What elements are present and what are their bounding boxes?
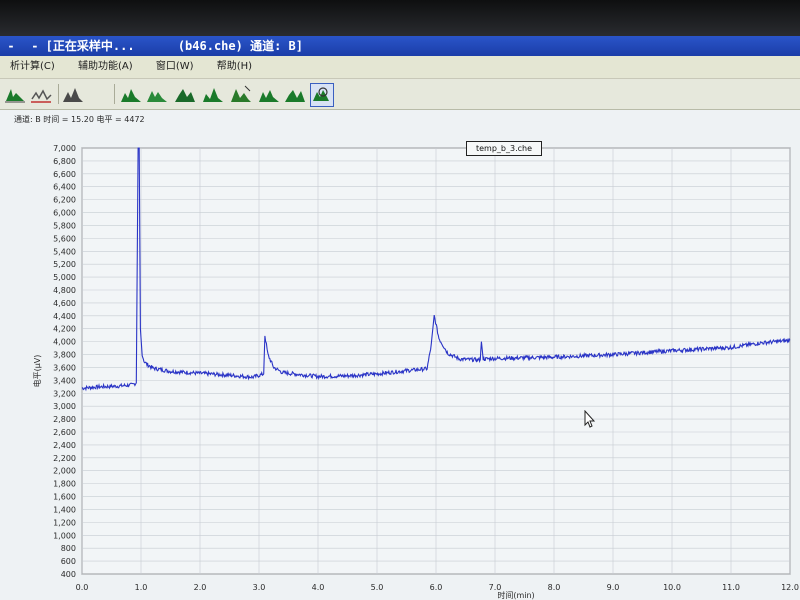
x-tick-label: 0.0: [76, 583, 89, 592]
x-tick-label: 10.0: [663, 583, 681, 592]
y-tick-label: 4,000: [53, 338, 76, 347]
x-tick-label: 9.0: [607, 583, 620, 592]
x-axis-label: 时间(min): [497, 590, 534, 600]
y-tick-label: 1,200: [53, 518, 76, 527]
y-tick-label: 5,600: [53, 234, 76, 243]
y-tick-label: 2,600: [53, 428, 76, 437]
y-tick-label: 2,400: [53, 441, 76, 450]
y-tick-label: 3,800: [53, 351, 76, 360]
y-axis-label: 电平(μV): [32, 355, 42, 388]
file-label[interactable]: temp_b_3.che: [466, 141, 542, 156]
y-tick-label: 6,000: [53, 209, 76, 218]
chromatogram-chart[interactable]: 400 600 800 1,000 1,200 1,400 1,600 1,800 2,000 2…: [0, 0, 800, 600]
y-tick-label: 6,200: [53, 196, 76, 205]
y-tick-label: 3,000: [53, 402, 76, 411]
y-tick-label: 3,600: [53, 363, 76, 372]
y-tick-label: 4,600: [53, 299, 76, 308]
x-tick-label: 6.0: [430, 583, 443, 592]
y-tick-label: 400: [61, 570, 76, 579]
y-tick-label: 4,800: [53, 286, 76, 295]
y-tick-label: 1,000: [53, 531, 76, 540]
y-tick-label: 6,600: [53, 170, 76, 179]
y-tick-label: 3,200: [53, 389, 76, 398]
y-tick-label: 4,200: [53, 325, 76, 334]
y-tick-label: 7,000: [53, 144, 76, 153]
y-tick-label: 1,800: [53, 480, 76, 489]
y-tick-label: 5,400: [53, 247, 76, 256]
y-tick-label: 5,000: [53, 273, 76, 282]
x-tick-label: 11.0: [722, 583, 740, 592]
x-tick-label: 5.0: [371, 583, 384, 592]
y-tick-label: 6,400: [53, 183, 76, 192]
y-tick-label: 2,800: [53, 415, 76, 424]
y-tick-label: 4,400: [53, 312, 76, 321]
mouse-cursor-icon: [584, 409, 596, 432]
y-tick-label: 800: [61, 544, 76, 553]
x-tick-label: 4.0: [312, 583, 325, 592]
y-tick-label: 6,800: [53, 157, 76, 166]
y-tick-label: 5,800: [53, 221, 76, 230]
y-tick-label: 1,400: [53, 505, 76, 514]
y-tick-label: 5,200: [53, 260, 76, 269]
x-tick-label: 1.0: [135, 583, 148, 592]
y-tick-label: 2,200: [53, 454, 76, 463]
y-tick-label: 1,600: [53, 493, 76, 502]
y-tick-label: 600: [61, 557, 76, 566]
x-tick-label: 12.0: [781, 583, 799, 592]
y-tick-label: 2,000: [53, 467, 76, 476]
x-tick-label: 3.0: [253, 583, 266, 592]
x-tick-label: 8.0: [548, 583, 561, 592]
y-tick-label: 3,400: [53, 376, 76, 385]
x-tick-label: 2.0: [194, 583, 207, 592]
